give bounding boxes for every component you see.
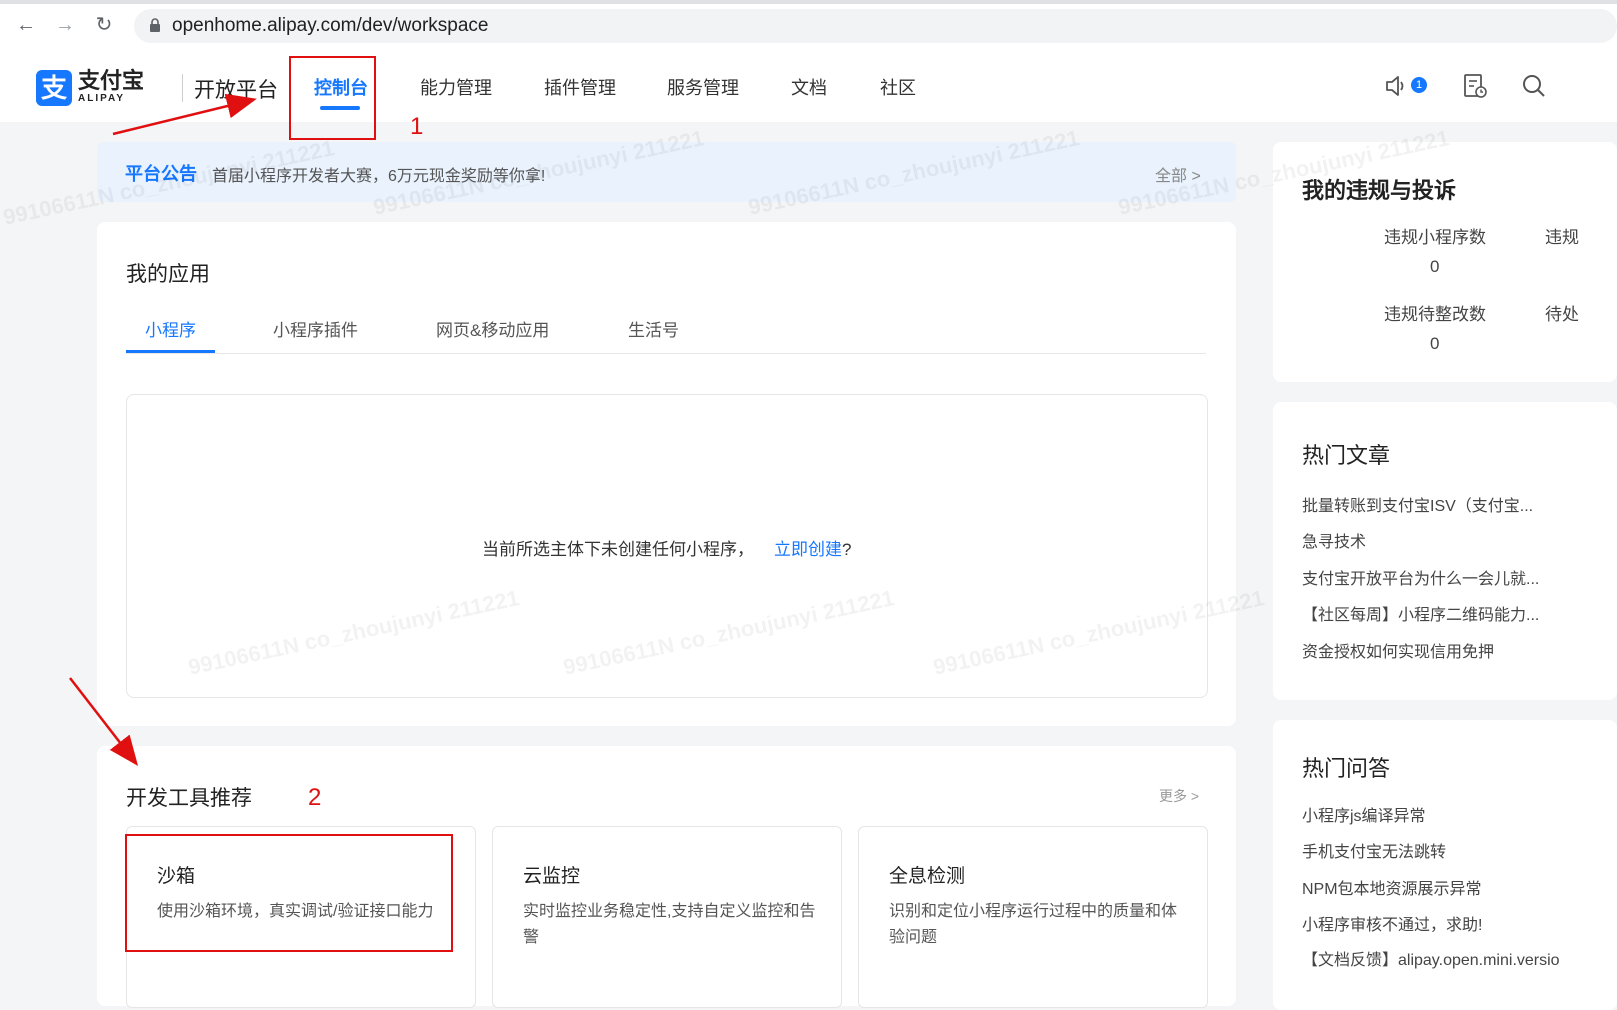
- empty-state-text: 当前所选主体下未创建任何小程序，: [482, 540, 754, 559]
- article-link[interactable]: 支付宝开放平台为什么一会儿就...: [1302, 565, 1539, 589]
- logo-divider: [182, 74, 183, 102]
- article-link[interactable]: 【社区每周】小程序二维码能力...: [1302, 601, 1539, 625]
- violation-secondary-label: 违规: [1545, 228, 1579, 247]
- violation-count-value[interactable]: 0: [1430, 257, 1439, 277]
- address-bar[interactable]: openhome.alipay.com/dev/workspace: [134, 9, 1617, 43]
- logo-text: 支付宝: [78, 68, 145, 93]
- url-text: openhome.alipay.com/dev/workspace: [172, 15, 489, 36]
- speaker-icon[interactable]: [1383, 72, 1411, 100]
- announcement-text[interactable]: 首届小程序开发者大赛，6万元现金奖励等你拿!: [212, 162, 545, 186]
- create-now-link[interactable]: 立即创建: [774, 540, 842, 559]
- pending-rectification-value[interactable]: 0: [1430, 334, 1439, 354]
- back-arrow-icon[interactable]: ←: [14, 13, 38, 37]
- article-link[interactable]: 批量转账到支付宝ISV（支付宝...: [1302, 492, 1533, 516]
- qa-link[interactable]: 【文档反馈】alipay.open.mini.versio: [1302, 946, 1560, 970]
- hot-qa-title: 热门问答: [1302, 756, 1391, 781]
- logo-subtext: ALIPAY: [78, 93, 126, 104]
- tool-name: 云监控: [523, 866, 581, 887]
- tool-card-cloud-monitor[interactable]: 云监控 实时监控业务稳定性,支持自定义监控和告警: [492, 826, 842, 1008]
- violations-title: 我的违规与投诉: [1302, 178, 1457, 203]
- search-icon[interactable]: [1520, 72, 1548, 100]
- qa-link[interactable]: 手机支付宝无法跳转: [1302, 838, 1446, 862]
- my-apps-title: 我的应用: [126, 263, 210, 286]
- platform-name: 开放平台: [194, 79, 278, 102]
- article-link[interactable]: 资金授权如何实现信用免押: [1302, 638, 1494, 662]
- browser-toolbar: ← → ↻ openhome.alipay.com/dev/workspace: [0, 0, 1617, 51]
- browser-tab-strip: [0, 0, 1617, 4]
- nav-community[interactable]: 社区: [880, 74, 916, 100]
- announcement-title: 平台公告: [125, 164, 197, 184]
- site-header: 支 支付宝 ALIPAY 开放平台 控制台 能力管理 插件管理 服务管理 文档 …: [0, 50, 1617, 122]
- qa-link[interactable]: NPM包本地资源展示异常: [1302, 875, 1482, 899]
- empty-state-suffix: ?: [842, 540, 852, 559]
- hot-articles-title: 热门文章: [1302, 443, 1391, 468]
- tab-mini-program[interactable]: 小程序: [145, 316, 196, 341]
- tab-mini-program-plugin[interactable]: 小程序插件: [273, 316, 358, 341]
- violation-count-label: 违规小程序数: [1384, 228, 1486, 247]
- tool-description: 识别和定位小程序运行过程中的质量和体验问题: [889, 903, 1178, 946]
- tool-description: 实时监控业务稳定性,支持自定义监控和告警: [523, 903, 816, 946]
- tool-name: 全息检测: [889, 866, 966, 887]
- pending-rectification-label: 违规待整改数: [1384, 305, 1486, 324]
- nav-capability-management[interactable]: 能力管理: [420, 74, 492, 100]
- nav-plugin-management[interactable]: 插件管理: [544, 74, 616, 100]
- forward-arrow-icon[interactable]: →: [53, 13, 77, 37]
- tab-life-account[interactable]: 生活号: [628, 316, 679, 341]
- dev-tools-more-link[interactable]: 更多 >: [1159, 786, 1199, 806]
- article-link[interactable]: 急寻技术: [1302, 528, 1366, 552]
- announcement-more-link[interactable]: 全部 >: [1155, 162, 1201, 186]
- tabs-divider: [126, 353, 1206, 354]
- annotation-number-2: 2: [308, 784, 322, 811]
- empty-state-panel: 当前所选主体下未创建任何小程序， 立即创建?: [126, 394, 1208, 698]
- annotation-box-console: [289, 56, 376, 140]
- alipay-logo-icon: 支: [36, 70, 72, 106]
- nav-docs[interactable]: 文档: [791, 74, 827, 100]
- nav-service-management[interactable]: 服务管理: [667, 74, 739, 100]
- dev-tools-title: 开发工具推荐: [126, 787, 252, 810]
- empty-state-message: 当前所选主体下未创建任何小程序， 立即创建?: [482, 535, 851, 560]
- reload-icon[interactable]: ↻: [92, 13, 116, 37]
- notification-badge: 1: [1411, 77, 1427, 93]
- pending-handling-label: 待处: [1545, 305, 1579, 324]
- qa-link[interactable]: 小程序审核不通过，求助!: [1302, 911, 1482, 935]
- announcement-bar: 平台公告 首届小程序开发者大赛，6万元现金奖励等你拿! 全部 >: [97, 142, 1236, 202]
- qa-link[interactable]: 小程序js编译异常: [1302, 802, 1426, 826]
- lock-icon: [150, 18, 160, 32]
- document-clock-icon[interactable]: [1461, 72, 1489, 100]
- tool-card-holographic-detection[interactable]: 全息检测 识别和定位小程序运行过程中的质量和体验问题: [858, 826, 1208, 1008]
- annotation-box-sandbox: [125, 834, 453, 952]
- tab-web-mobile-app[interactable]: 网页&移动应用: [436, 316, 549, 341]
- annotation-number-1: 1: [410, 113, 424, 140]
